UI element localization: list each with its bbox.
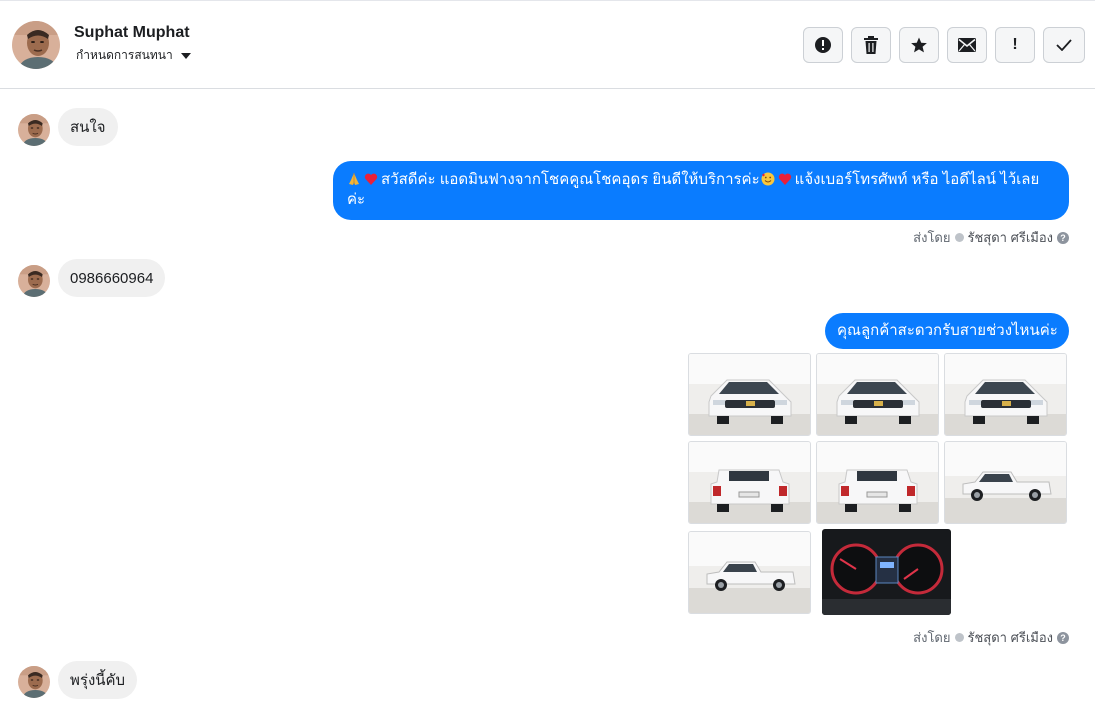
- mark-important-button[interactable]: !: [995, 27, 1035, 63]
- outgoing-message-bubble[interactable]: คุณลูกค้าสะดวกรับสายช่วงไหนค่ะ: [825, 313, 1069, 349]
- help-icon[interactable]: ?: [1057, 631, 1069, 644]
- alert-circle-icon: [815, 37, 831, 53]
- smiling-face-with-hearts-emoji-icon: [761, 172, 775, 186]
- heart-emoji-icon: [778, 173, 791, 185]
- outgoing-message-bubble[interactable]: สวัสดีค่ะ แอดมินฟางจากโชคคูณโชคอุดร ยินด…: [333, 161, 1069, 220]
- mark-done-button[interactable]: [1043, 27, 1085, 63]
- check-icon: [1056, 39, 1072, 51]
- folded-hands-emoji-icon: [349, 173, 359, 185]
- contact-avatar[interactable]: [12, 21, 60, 69]
- mark-unread-button[interactable]: [947, 27, 987, 63]
- sent-by-info: ส่งโดย รัชสุดา ศรีเมือง ?: [913, 627, 1069, 648]
- sent-by-info: ส่งโดย รัชสุดา ศรีเมือง ?: [913, 227, 1069, 248]
- mail-icon: [958, 38, 976, 52]
- attachment-image-front-left[interactable]: [688, 353, 811, 436]
- help-icon[interactable]: ?: [1057, 231, 1069, 244]
- sender-avatar[interactable]: [18, 114, 50, 146]
- sender-avatar[interactable]: [18, 666, 50, 698]
- agent-name[interactable]: รัชสุดา ศรีเมือง: [968, 627, 1054, 648]
- sent-by-label: ส่งโดย: [913, 230, 951, 245]
- attachment-image-instrument-cluster[interactable]: [822, 529, 951, 615]
- attachment-image-front-right[interactable]: [944, 353, 1067, 436]
- exclamation-icon: !: [1012, 36, 1018, 53]
- agent-status-icon: [954, 233, 964, 242]
- conversation-header: Suphat Muphat กำหนดการสนทนา !: [0, 0, 1095, 89]
- incoming-message-bubble[interactable]: สนใจ: [58, 108, 118, 146]
- agent-name[interactable]: รัชสุดา ศรีเมือง: [968, 227, 1054, 248]
- delete-button[interactable]: [851, 27, 891, 63]
- conversation-menu-dropdown[interactable]: กำหนดการสนทนา: [76, 46, 191, 65]
- attachment-image-rear-right[interactable]: [816, 441, 939, 524]
- contact-name[interactable]: Suphat Muphat: [74, 24, 190, 42]
- message-text: สวัสดีค่ะ แอดมินฟางจากโชคคูณโชคอุดร ยินด…: [381, 171, 760, 188]
- attachment-image-rear-left[interactable]: [688, 441, 811, 524]
- incoming-message-bubble[interactable]: 0986660964: [58, 259, 166, 297]
- attachment-image-side-right[interactable]: [944, 441, 1067, 524]
- report-spam-button[interactable]: [803, 27, 843, 63]
- incoming-message-bubble[interactable]: พรุ่งนี้คับ: [58, 661, 138, 699]
- sender-avatar[interactable]: [18, 265, 50, 297]
- conversation-toolbar: !: [803, 27, 1085, 63]
- attachment-image-side-left[interactable]: [688, 531, 811, 614]
- attachment-image-front[interactable]: [816, 353, 939, 436]
- heart-emoji-icon: [364, 173, 378, 185]
- trash-icon: [864, 36, 878, 54]
- star-icon: [911, 37, 927, 53]
- sent-by-label: ส่งโดย: [913, 630, 951, 645]
- star-button[interactable]: [899, 27, 939, 63]
- agent-status-icon: [954, 633, 964, 642]
- conversation-menu-label: กำหนดการสนทนา: [76, 48, 173, 62]
- caret-down-icon: [180, 52, 191, 59]
